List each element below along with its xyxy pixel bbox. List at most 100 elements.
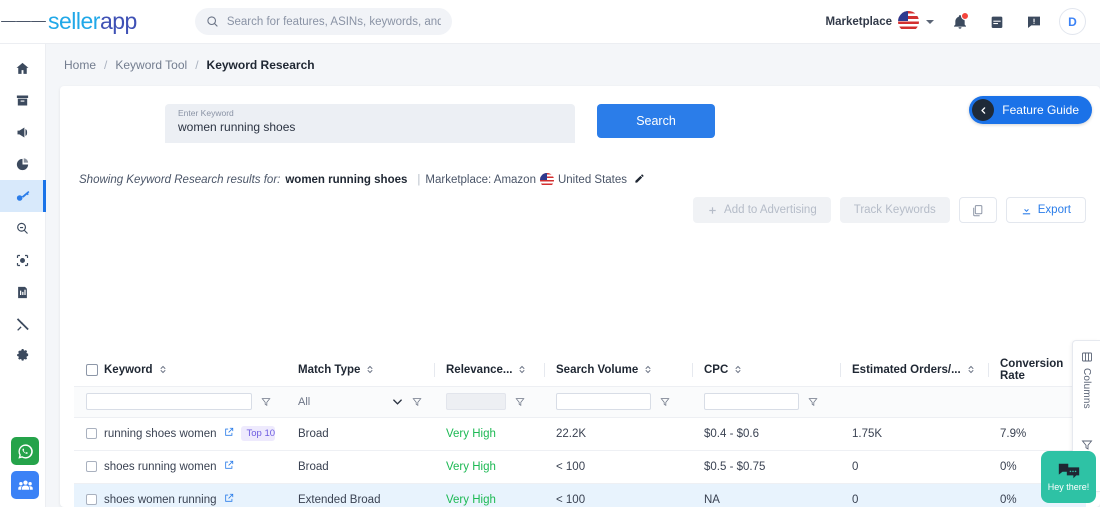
- sidebar-item-home[interactable]: [0, 52, 46, 84]
- sidebar-item-analytics[interactable]: [0, 148, 46, 180]
- column-label-cpc: CPC: [704, 363, 729, 376]
- whatsapp-button[interactable]: [11, 437, 39, 465]
- filter-icon[interactable]: [660, 397, 670, 407]
- results-summary-pipe: |: [417, 174, 421, 186]
- user-avatar[interactable]: D: [1059, 8, 1086, 35]
- filter-input-cpc[interactable]: [704, 393, 799, 410]
- table-row[interactable]: running shoes women Top 10 Broad Very High 2…: [74, 417, 1086, 451]
- cell-keyword: shoes running women: [74, 450, 286, 484]
- global-search-input[interactable]: [226, 15, 441, 28]
- notifications-button[interactable]: [943, 5, 977, 39]
- marketplace-selector[interactable]: Marketplace: [820, 7, 940, 36]
- add-to-advertising-label: Add to Advertising: [724, 204, 817, 216]
- filter-icon[interactable]: [515, 397, 525, 407]
- keyword-field-label: Enter Keyword: [178, 108, 234, 118]
- sidebar-item-keyword-tool[interactable]: [0, 180, 46, 212]
- cell-estimated-orders: 0: [840, 450, 988, 484]
- export-button[interactable]: Export: [1005, 197, 1086, 223]
- filter-icon: [1081, 440, 1092, 450]
- filter-icon[interactable]: [412, 397, 422, 407]
- filter-input-relevance[interactable]: [446, 393, 506, 410]
- us-flag-icon-inline: [539, 173, 554, 187]
- tasks-button[interactable]: [980, 5, 1014, 39]
- column-header-cpc[interactable]: CPC: [692, 354, 840, 387]
- global-search[interactable]: [194, 8, 452, 35]
- people-icon: [17, 480, 33, 490]
- filter-icon[interactable]: [808, 397, 818, 407]
- filter-cell-relevance: [434, 386, 544, 418]
- row-checkbox[interactable]: [86, 461, 97, 472]
- external-link-icon[interactable]: [224, 427, 234, 440]
- select-all-checkbox[interactable]: [86, 363, 98, 376]
- chevron-down-icon: [393, 398, 402, 405]
- magnifier-icon: [17, 222, 28, 234]
- chat-widget[interactable]: Hey there!: [1041, 451, 1096, 503]
- feature-guide-button[interactable]: Feature Guide: [969, 96, 1092, 124]
- table-header-row: Keyword Match Type Relevance... Search V…: [74, 354, 1086, 387]
- track-keywords-button[interactable]: Track Keywords: [839, 197, 950, 223]
- column-header-search-volume[interactable]: Search Volume: [544, 354, 692, 387]
- column-label-keyword: Keyword: [104, 363, 153, 376]
- column-header-estimated-orders[interactable]: Estimated Orders/...: [840, 354, 988, 387]
- sort-icon: [159, 366, 166, 374]
- keyword-field[interactable]: Enter Keyword: [165, 104, 575, 143]
- breadcrumb-home[interactable]: Home: [64, 58, 96, 72]
- row-checkbox[interactable]: [86, 494, 97, 505]
- menu-toggle-icon[interactable]: [0, 19, 46, 25]
- columns-tab-label: Columns: [1081, 368, 1092, 409]
- column-header-match-type[interactable]: Match Type: [286, 354, 434, 387]
- sidebar-item-search[interactable]: [0, 212, 46, 244]
- filter-cell-match-type: All: [286, 386, 434, 418]
- sidebar-item-settings[interactable]: [0, 340, 46, 372]
- cell-match-type: Extended Broad: [286, 483, 434, 507]
- rank-badge: Top 10: [240, 426, 275, 441]
- feedback-button[interactable]: [1017, 5, 1051, 39]
- copy-button[interactable]: [958, 197, 997, 223]
- sidebar-item-targeting[interactable]: [0, 244, 46, 276]
- community-button[interactable]: [11, 471, 39, 499]
- column-header-keyword[interactable]: Keyword: [74, 354, 286, 387]
- sidebar-item-reports[interactable]: [0, 276, 46, 308]
- filter-input-search-volume[interactable]: [556, 393, 651, 410]
- filter-input-keyword[interactable]: [86, 393, 252, 410]
- row-checkbox[interactable]: [86, 428, 97, 439]
- keyword-results-table: Keyword Match Type Relevance... Search V…: [74, 354, 1086, 507]
- external-link-icon[interactable]: [224, 493, 234, 506]
- breadcrumb-keyword-tool[interactable]: Keyword Tool: [115, 58, 187, 72]
- tools-icon: [16, 317, 29, 331]
- edit-icon[interactable]: [634, 173, 645, 187]
- track-keywords-label: Track Keywords: [853, 204, 936, 216]
- table-row[interactable]: shoes women running Extended Broad Very Hi…: [74, 483, 1086, 507]
- columns-tab[interactable]: Columns: [1081, 351, 1093, 409]
- search-button[interactable]: Search: [597, 104, 715, 138]
- external-link-icon[interactable]: [224, 460, 234, 473]
- table-row[interactable]: shoes running women Broad Very High < 100 $0…: [74, 450, 1086, 484]
- columns-icon: [1081, 352, 1092, 362]
- column-label-estimated-orders: Estimated Orders/...: [852, 363, 961, 376]
- cell-search-volume: < 100: [544, 483, 692, 507]
- cell-match-type: Broad: [286, 417, 434, 451]
- floating-actions: [11, 437, 39, 499]
- filter-select-match-type[interactable]: All: [298, 396, 403, 408]
- announcement-icon: [1028, 16, 1040, 28]
- top-bar-right: Marketplace D: [820, 5, 1100, 39]
- keyword-input[interactable]: [178, 120, 562, 134]
- keyword-research-card: Enter Keyword Search Showing Keyword Res…: [60, 86, 1100, 507]
- sidebar-item-advertising[interactable]: [0, 116, 46, 148]
- breadcrumb: Home / Keyword Tool / Keyword Research: [46, 44, 1100, 86]
- whatsapp-icon: [17, 443, 33, 459]
- sidebar-item-product-research[interactable]: [0, 84, 46, 116]
- column-label-match-type: Match Type: [298, 363, 361, 376]
- filter-icon[interactable]: [261, 397, 271, 407]
- box-icon: [16, 95, 29, 105]
- add-to-advertising-button[interactable]: Add to Advertising: [693, 197, 831, 223]
- column-label-relevance: Relevance...: [446, 363, 513, 376]
- keyword-text: shoes women running: [104, 493, 217, 506]
- sort-icon: [367, 366, 374, 374]
- pie-chart-icon: [16, 157, 29, 170]
- sidebar-item-tools[interactable]: [0, 308, 46, 340]
- column-header-relevance[interactable]: Relevance...: [434, 354, 544, 387]
- app-logo[interactable]: sellerapp: [48, 8, 137, 35]
- filter-cell-cpc: [692, 386, 840, 418]
- cell-search-volume: < 100: [544, 450, 692, 484]
